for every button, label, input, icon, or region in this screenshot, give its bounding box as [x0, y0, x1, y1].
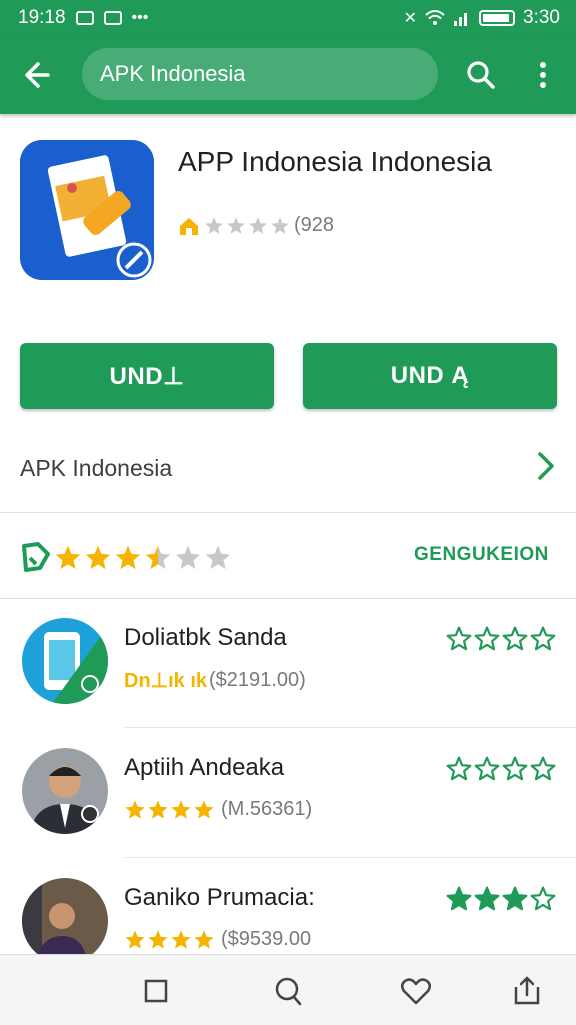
mute-icon: ✕	[403, 10, 418, 27]
star-icon	[55, 545, 81, 569]
star-icon	[530, 626, 556, 651]
list-item[interactable]: Doliatbk Sanda Dn⊥ık ık ($2191.00)	[0, 598, 576, 728]
person-avatar-icon	[22, 748, 108, 834]
bottom-navigation	[0, 954, 576, 1025]
star-icon	[175, 545, 201, 569]
list-item-stars	[446, 886, 556, 912]
developer-row[interactable]: APK Indonesia	[0, 436, 576, 500]
list-item-title: Doliatbk Sanda	[124, 624, 287, 651]
square-icon[interactable]	[138, 973, 174, 1009]
list-item-price: ($2191.00)	[209, 669, 306, 691]
star-icon	[227, 216, 245, 234]
install-button[interactable]: UND⊥	[20, 343, 274, 409]
list-item-title: Aptiih Andeaka	[124, 754, 285, 781]
star-icon	[474, 886, 500, 911]
similar-rating	[20, 540, 232, 576]
divider	[0, 512, 576, 513]
list-item-price: ($9539.00	[221, 928, 312, 950]
search-input-value: APK Indonesia	[100, 61, 246, 86]
star-icon	[446, 756, 472, 781]
more-notifications-icon: •••	[131, 9, 149, 26]
star-icon	[194, 799, 214, 819]
star-icon	[85, 545, 111, 569]
star-icon	[249, 216, 267, 234]
person-avatar-icon	[22, 878, 108, 964]
star-icon	[530, 886, 556, 911]
star-icon	[115, 545, 141, 569]
star-icon	[171, 929, 191, 949]
star-icon	[125, 929, 145, 949]
star-icon	[148, 799, 168, 819]
list-item-avatar	[22, 878, 108, 964]
signal-icon	[454, 13, 468, 26]
search-button[interactable]	[460, 54, 502, 96]
list-item-rating-stars	[124, 799, 215, 821]
star-icon	[474, 756, 500, 781]
similar-stars	[54, 544, 232, 572]
star-icon	[194, 929, 214, 949]
status-time: 19:18	[18, 7, 66, 28]
star-icon	[205, 545, 231, 569]
star-icon	[446, 626, 472, 651]
heart-icon[interactable]	[398, 973, 434, 1009]
top-app-bar: APK Indonesia	[0, 36, 576, 114]
star-icon	[205, 216, 223, 234]
list-item-avatar	[22, 748, 108, 834]
list-item-sub-text: Dn⊥ık ık	[124, 670, 207, 692]
phone-app-icon	[22, 618, 108, 704]
list-item-subtitle: Dn⊥ık ık ($2191.00)	[124, 668, 306, 693]
back-button[interactable]	[18, 54, 60, 96]
app-icon	[20, 140, 154, 280]
status-time-right: 3:30	[523, 7, 560, 28]
notification-icon	[75, 11, 94, 25]
star-icon	[171, 799, 191, 819]
star-icon	[502, 626, 528, 651]
list-item-title: Ganiko Prumacia:	[124, 884, 315, 911]
app-rating: (928	[178, 214, 334, 237]
list-item-price: (M.56361)	[221, 798, 313, 820]
share-icon[interactable]	[510, 973, 546, 1009]
star-icon	[148, 929, 168, 949]
review-count: (928	[294, 214, 335, 236]
search-input[interactable]: APK Indonesia	[82, 48, 438, 100]
star-icon	[125, 799, 145, 819]
star-icon	[502, 886, 528, 911]
search-icon	[467, 61, 495, 89]
app-title: APP Indonesia Indonesia	[178, 146, 492, 177]
list-item[interactable]: Aptiih Andeaka (M.56361)	[0, 728, 576, 858]
star-icon	[271, 216, 289, 234]
star-icon	[446, 886, 472, 911]
star-icon	[530, 756, 556, 781]
more-options-button[interactable]	[522, 54, 564, 96]
battery-icon	[479, 10, 516, 26]
search-icon[interactable]	[270, 973, 306, 1009]
developer-label: APK Indonesia	[20, 454, 173, 481]
status-bar: 19:18 ••• ✕ 3:30	[0, 0, 576, 36]
star-icon	[474, 626, 500, 651]
see-more-link[interactable]: GENGUKEION	[414, 544, 549, 566]
home-badge-icon	[180, 217, 198, 235]
list-item-rating-stars	[124, 929, 215, 951]
shield-icon	[103, 11, 122, 25]
open-button[interactable]: UND Ą	[303, 343, 557, 409]
star-icon	[145, 545, 171, 569]
list-item-icon	[22, 618, 108, 704]
arrow-left-icon	[25, 62, 50, 88]
list-item-stars	[446, 626, 556, 652]
wifi-icon	[425, 10, 445, 25]
chevron-right-icon	[538, 452, 554, 480]
list-item-subtitle: ($9539.00	[124, 928, 311, 951]
star-icon	[502, 756, 528, 781]
more-vertical-icon	[540, 62, 546, 88]
app-logo-icon	[20, 140, 154, 280]
list-item-stars	[446, 756, 556, 782]
leaf-badge-icon	[22, 542, 50, 572]
list-item-subtitle: (M.56361)	[124, 798, 312, 821]
app-stars	[204, 216, 290, 236]
